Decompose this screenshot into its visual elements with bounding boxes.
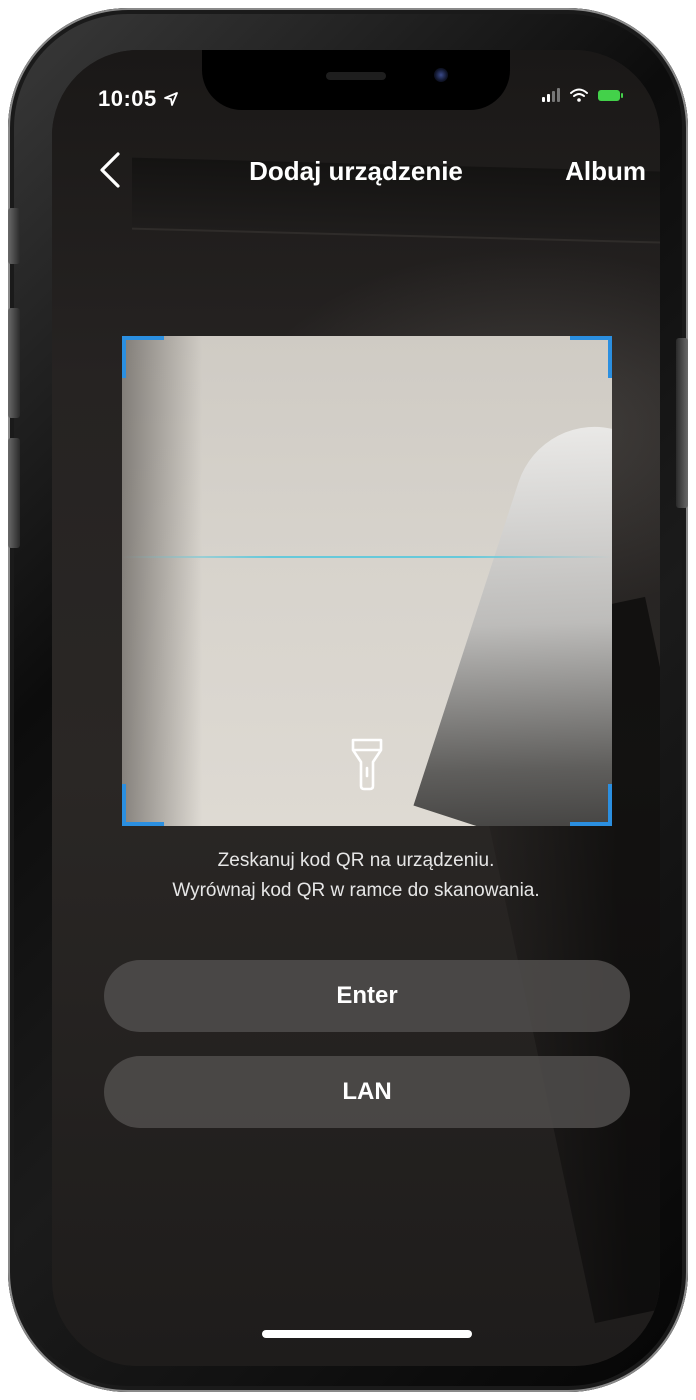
lan-button[interactable]: LAN	[104, 1056, 630, 1128]
home-indicator[interactable]	[262, 1330, 472, 1338]
chevron-left-icon	[100, 152, 120, 188]
notch	[202, 50, 510, 110]
wifi-icon	[570, 88, 588, 102]
screen: 10:05 Dodaj urządzenie Album Zeskanuj ko…	[52, 50, 660, 1366]
front-camera	[434, 68, 448, 82]
scan-corner-top-left	[122, 336, 164, 378]
scan-corner-bottom-left	[122, 784, 164, 826]
back-button[interactable]	[98, 150, 138, 194]
navigation-bar: Dodaj urządzenie Album	[52, 150, 660, 194]
mute-switch	[8, 208, 20, 264]
location-arrow-icon	[164, 92, 179, 106]
status-icons	[542, 88, 623, 102]
flashlight-icon	[351, 738, 383, 791]
power-button	[676, 338, 688, 508]
speaker-grille	[326, 72, 386, 80]
scan-hint-line-1: Zeskanuj kod QR na urządzeniu.	[217, 850, 495, 871]
phone-frame: 10:05 Dodaj urządzenie Album Zeskanuj ko…	[8, 8, 688, 1392]
scan-line	[122, 556, 612, 558]
scan-corner-top-right	[570, 336, 612, 378]
volume-down-button	[8, 438, 20, 548]
flashlight-button[interactable]	[345, 736, 389, 792]
battery-charging-icon	[598, 89, 623, 101]
qr-scan-frame	[122, 336, 612, 826]
enter-button[interactable]: Enter	[104, 960, 630, 1032]
volume-up-button	[8, 308, 20, 418]
status-time-text: 10:05	[98, 86, 157, 111]
scan-hint-line-2: Wyrównaj kod QR w ramce do skanowania.	[172, 880, 540, 901]
status-time: 10:05	[98, 86, 179, 112]
scan-corner-bottom-right	[570, 784, 612, 826]
album-button[interactable]: Album	[565, 156, 646, 187]
cellular-signal-icon	[542, 88, 560, 102]
